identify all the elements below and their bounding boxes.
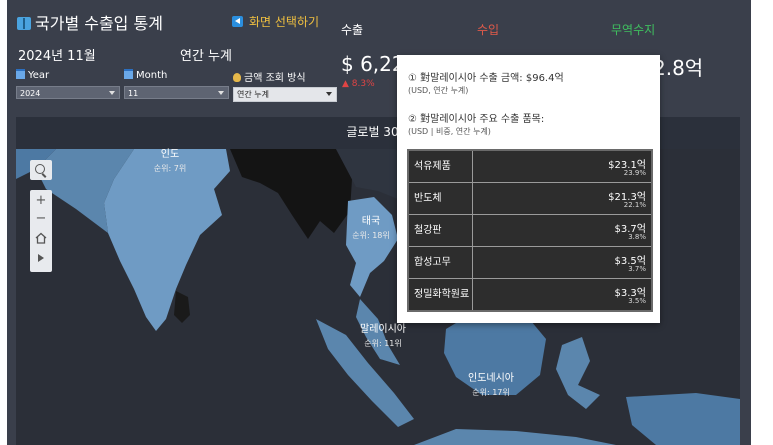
- balance-value: 2.8억: [653, 56, 704, 80]
- year-filter-label: Year: [16, 69, 49, 81]
- month-dropdown[interactable]: 11: [124, 86, 229, 99]
- year-dropdown[interactable]: 2024: [16, 86, 120, 99]
- money-bag-icon: [233, 73, 241, 82]
- table-row: 철강판 $3.7억 3.8%: [409, 214, 651, 246]
- chevron-down-icon: [218, 91, 224, 95]
- balance-label: 무역수지: [611, 23, 656, 37]
- map-zoom-controls: + −: [30, 190, 52, 272]
- amount-filter-label: 금액 조회 방식: [233, 69, 306, 84]
- table-row: 석유제품 $23.1억 23.9%: [409, 151, 651, 182]
- chevron-down-icon: [109, 91, 115, 95]
- home-button[interactable]: [30, 229, 52, 247]
- export-items-table: 석유제품 $23.1억 23.9% 반도체 $21.3억 22.1% 철강판 $…: [407, 149, 653, 312]
- item-share: 22.1%: [623, 201, 646, 209]
- tooltip-export-note: (USD, 연간 누계): [408, 86, 469, 95]
- item-name: 철강판: [409, 215, 473, 246]
- map-label-malaysia[interactable]: 말레이시아 순위: 11위: [360, 323, 406, 351]
- zoom-in-button[interactable]: +: [30, 192, 52, 210]
- table-row: 반도체 $21.3억 22.1%: [409, 182, 651, 214]
- item-name: 정밀화학원료: [409, 279, 473, 310]
- search-icon: [35, 164, 45, 174]
- amount-dropdown[interactable]: 연간 누계: [233, 87, 337, 102]
- export-label: 수출: [341, 23, 364, 37]
- table-row: 합성고무 $3.5억 3.7%: [409, 246, 651, 278]
- month-filter-label: Month: [124, 69, 167, 81]
- calendar-icon: [16, 69, 25, 79]
- item-share: 3.5%: [628, 297, 646, 305]
- screen-select-button[interactable]: 화면 선택하기: [232, 13, 319, 30]
- chevron-down-icon: [326, 92, 332, 96]
- back-arrow-icon: [232, 16, 243, 27]
- country-tooltip: ① 對말레이시아 수출 금액: $96.4억 (USD, 연간 누계) ② 對말…: [397, 55, 660, 323]
- period-type-text: 연간 누계: [180, 49, 232, 64]
- export-change: ▲ 8.3%: [342, 79, 375, 89]
- map-label-thailand[interactable]: 태국 순위: 18위: [352, 215, 390, 243]
- map-label-india[interactable]: 인도 순위: 7위: [154, 148, 186, 176]
- item-share: 3.8%: [628, 233, 646, 241]
- book-icon: [17, 17, 31, 30]
- tooltip-export-amount: ① 對말레이시아 수출 금액: $96.4억: [408, 73, 564, 84]
- page-title: 국가별 수출입 통계: [17, 10, 163, 34]
- item-name: 반도체: [409, 183, 473, 214]
- item-share: 3.7%: [628, 265, 646, 273]
- period-text: 2024년 11월: [18, 49, 96, 64]
- play-icon: [38, 254, 44, 262]
- map-search-button[interactable]: [30, 160, 52, 180]
- table-row: 정밀화학원료 $3.3억 3.5%: [409, 278, 651, 310]
- map-label-indonesia[interactable]: 인도네시아 순위: 17위: [468, 372, 514, 400]
- play-button[interactable]: [30, 249, 52, 267]
- home-icon: [35, 232, 47, 244]
- tooltip-items-note: (USD | 비중, 연간 누계): [408, 127, 491, 136]
- tooltip-items-title: ② 對말레이시아 주요 수출 품목:: [408, 114, 545, 125]
- calendar-icon: [124, 69, 133, 79]
- zoom-out-button[interactable]: −: [30, 210, 52, 228]
- item-share: 23.9%: [623, 169, 646, 177]
- item-name: 합성고무: [409, 247, 473, 278]
- item-name: 석유제품: [409, 151, 473, 182]
- dashboard-frame: 국가별 수출입 통계 화면 선택하기 2024년 11월 연간 누계 Year …: [7, 0, 751, 445]
- import-label: 수입: [477, 23, 500, 37]
- export-value: $ 6,22: [341, 52, 405, 76]
